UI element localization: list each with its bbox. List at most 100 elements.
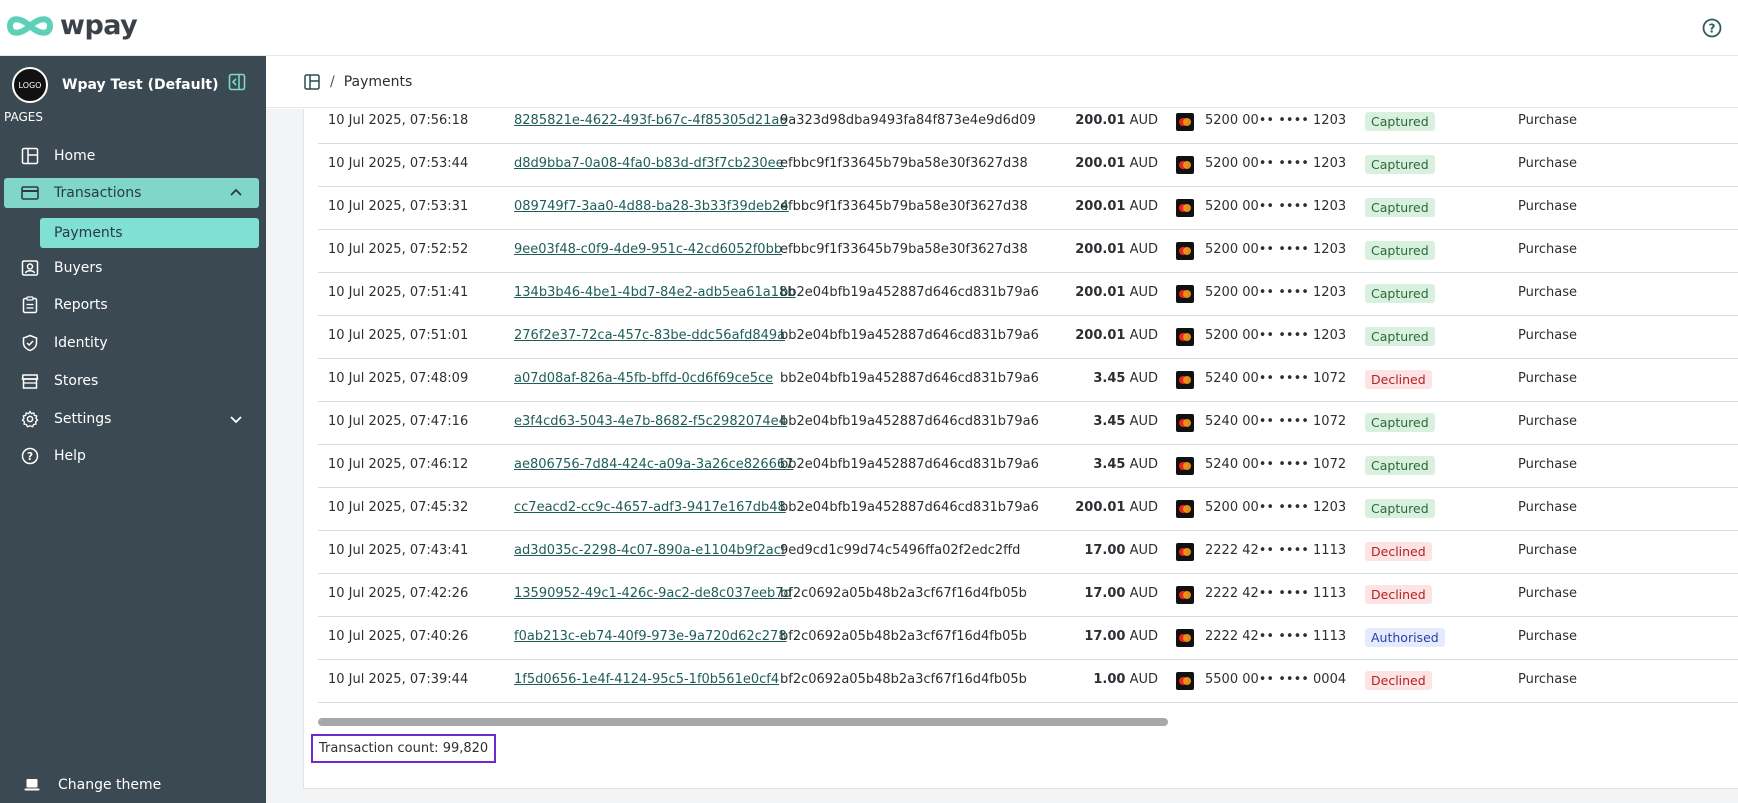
mastercard-icon: [1176, 586, 1196, 604]
transaction-id-link[interactable]: 1f5d0656-1e4f-4124-95c5-1f0b561e0cf4: [514, 672, 779, 687]
currency: AUD: [1129, 199, 1158, 214]
transaction-id-link[interactable]: 134b3b46-4be1-4bd7-84e2-adb5ea61a18b: [514, 285, 796, 300]
transaction-id-link[interactable]: ae806756-7d84-424c-a09a-3a26ce826667: [514, 457, 793, 472]
transaction-date: 10 Jul 2025, 07:51:01: [328, 328, 469, 343]
sidebar-item-transactions[interactable]: Transactions: [4, 178, 259, 208]
help-icon: ?: [20, 446, 40, 466]
transaction-date: 10 Jul 2025, 07:43:41: [328, 543, 469, 558]
amount-value: 17.00: [1084, 543, 1126, 558]
sidebar-item-reports[interactable]: Reports: [4, 290, 259, 320]
transaction-date: 10 Jul 2025, 07:47:16: [328, 414, 469, 429]
scrollbar-thumb[interactable]: [318, 718, 1168, 726]
help-circle-icon[interactable]: ?: [1702, 18, 1722, 38]
buyer-id: bf2c0692a05b48b2a3cf67f16d4fb05b: [780, 586, 1027, 601]
transaction-type: Purchase: [1518, 156, 1578, 171]
table-row[interactable]: 10 Jul 2025, 07:48:09 a07d08af-826a-45fb-…: [318, 359, 1738, 402]
status-badge: Captured: [1365, 499, 1435, 518]
masked-card-number: 2222 42•• •••• 1113: [1205, 629, 1347, 644]
table-row[interactable]: 10 Jul 2025, 07:56:18 8285821e-4622-493f-…: [318, 101, 1738, 144]
sidebar-item-help[interactable]: ? Help: [4, 441, 259, 471]
amount-value: 200.01: [1075, 199, 1126, 214]
horizontal-scrollbar[interactable]: [318, 715, 1738, 729]
sidebar-item-settings[interactable]: Settings: [4, 404, 259, 434]
transaction-id-link[interactable]: cc7eacd2-cc9c-4657-adf3-9417e167db48: [514, 500, 786, 515]
transaction-type: Purchase: [1518, 371, 1578, 386]
sidebar-item-stores[interactable]: Stores: [4, 366, 259, 396]
transaction-id-link[interactable]: a07d08af-826a-45fb-bffd-0cd6f69ce5ce: [514, 371, 773, 386]
transaction-id-link[interactable]: 276f2e37-72ca-457c-83be-ddc56afd849a: [514, 328, 785, 343]
transaction-type: Purchase: [1518, 414, 1578, 429]
table-row[interactable]: 10 Jul 2025, 07:53:31 089749f7-3aa0-4d88-…: [318, 187, 1738, 230]
mastercard-icon: [1176, 113, 1196, 131]
masked-card-number: 5200 00•• •••• 1203: [1205, 156, 1347, 171]
table-row[interactable]: 10 Jul 2025, 07:42:26 13590952-49c1-426c-…: [318, 574, 1738, 617]
table-row[interactable]: 10 Jul 2025, 07:51:41 134b3b46-4be1-4bd7-…: [318, 273, 1738, 316]
status-badge: Captured: [1365, 456, 1435, 475]
transaction-id-link[interactable]: 8285821e-4622-493f-b67c-4f85305d21a6: [514, 113, 788, 128]
breadcrumb-separator: /: [330, 73, 335, 90]
table-row[interactable]: 10 Jul 2025, 07:39:44 1f5d0656-1e4f-4124-…: [318, 660, 1738, 703]
table-row[interactable]: 10 Jul 2025, 07:53:44 d8d9bba7-0a08-4fa0-…: [318, 144, 1738, 187]
masked-card-number: 5240 00•• •••• 1072: [1205, 457, 1347, 472]
table-row[interactable]: 10 Jul 2025, 07:43:41 ad3d035c-2298-4c07-…: [318, 531, 1738, 574]
reports-icon: [20, 295, 40, 315]
store-icon: [20, 371, 40, 391]
amount-value: 3.45: [1093, 457, 1126, 472]
sidebar-item-buyers[interactable]: Buyers: [4, 253, 259, 283]
sidebar-item-label: Reports: [54, 297, 108, 313]
amount-value: 17.00: [1084, 586, 1126, 601]
sidebar-item-payments[interactable]: Payments: [40, 218, 259, 248]
amount-value: 200.01: [1075, 242, 1126, 257]
status-badge-label: Captured: [1365, 112, 1435, 131]
transaction-id-link[interactable]: f0ab213c-eb74-40f9-973e-9a720d62c278: [514, 629, 787, 644]
transaction-date: 10 Jul 2025, 07:53:31: [328, 199, 469, 214]
buyer-id: efbbc9f1f33645b79ba58e30f3627d38: [780, 199, 1028, 214]
mastercard-icon: [1176, 457, 1196, 475]
status-badge-label: Declined: [1365, 370, 1432, 389]
status-badge-label: Declined: [1365, 542, 1432, 561]
org-switcher[interactable]: LOGO Wpay Test (Default): [12, 65, 258, 105]
buyer-id: bb2e04bfb19a452887d646cd831b79a6: [780, 371, 1039, 386]
sidebar-item-identity[interactable]: Identity: [4, 328, 259, 358]
status-badge: Declined: [1365, 370, 1432, 389]
layout-icon[interactable]: [304, 73, 320, 90]
status-badge-label: Captured: [1365, 327, 1435, 346]
table-row[interactable]: 10 Jul 2025, 07:47:16 e3f4cd63-5043-4e7b-…: [318, 402, 1738, 445]
transaction-id-link[interactable]: e3f4cd63-5043-4e7b-8682-f5c2982074e4: [514, 414, 787, 429]
top-header: wpay ?: [0, 0, 1738, 56]
table-row[interactable]: 10 Jul 2025, 07:45:32 cc7eacd2-cc9c-4657-…: [318, 488, 1738, 531]
mastercard-icon: [1176, 156, 1196, 174]
mastercard-icon: [1176, 371, 1196, 389]
transaction-id-link[interactable]: ad3d035c-2298-4c07-890a-e1104b9f2acf: [514, 543, 785, 558]
transaction-type: Purchase: [1518, 543, 1578, 558]
amount: 17.00 AUD: [1028, 629, 1158, 644]
collapse-sidebar-icon[interactable]: [228, 73, 246, 91]
table-row[interactable]: 10 Jul 2025, 07:52:52 9ee03f48-c0f9-4de9-…: [318, 230, 1738, 273]
table-row[interactable]: 10 Jul 2025, 07:46:12 ae806756-7d84-424c-…: [318, 445, 1738, 488]
currency: AUD: [1129, 371, 1158, 386]
change-theme-label: Change theme: [58, 777, 162, 793]
table-row[interactable]: 10 Jul 2025, 07:51:01 276f2e37-72ca-457c-…: [318, 316, 1738, 359]
transaction-type: Purchase: [1518, 199, 1578, 214]
transaction-id-link[interactable]: d8d9bba7-0a08-4fa0-b83d-df3f7cb230ee: [514, 156, 784, 171]
card-icon: [20, 183, 40, 203]
amount: 200.01 AUD: [1028, 500, 1158, 515]
change-theme-button[interactable]: Change theme: [24, 777, 161, 793]
transaction-id-link[interactable]: 9ee03f48-c0f9-4de9-951c-42cd6052f0bb: [514, 242, 782, 257]
status-badge-label: Declined: [1365, 671, 1432, 690]
transaction-id-link[interactable]: 089749f7-3aa0-4d88-ba28-3b33f39deb24: [514, 199, 789, 214]
mastercard-icon: [1176, 672, 1196, 690]
chevron-down-icon: [230, 416, 242, 424]
buyer-id: bb2e04bfb19a452887d646cd831b79a6: [780, 414, 1039, 429]
masked-card-number: 2222 42•• •••• 1113: [1205, 543, 1347, 558]
masked-card-number: 5200 00•• •••• 1203: [1205, 285, 1347, 300]
status-badge-label: Captured: [1365, 155, 1435, 174]
chevron-up-icon: [230, 188, 242, 196]
transaction-id-link[interactable]: 13590952-49c1-426c-9ac2-de8c037eeb7d: [514, 586, 792, 601]
transaction-date: 10 Jul 2025, 07:46:12: [328, 457, 469, 472]
wpay-logo[interactable]: wpay: [6, 10, 138, 41]
table-row[interactable]: 10 Jul 2025, 07:40:26 f0ab213c-eb74-40f9-…: [318, 617, 1738, 660]
currency: AUD: [1129, 328, 1158, 343]
transaction-type: Purchase: [1518, 457, 1578, 472]
sidebar-item-home[interactable]: Home: [4, 141, 259, 171]
